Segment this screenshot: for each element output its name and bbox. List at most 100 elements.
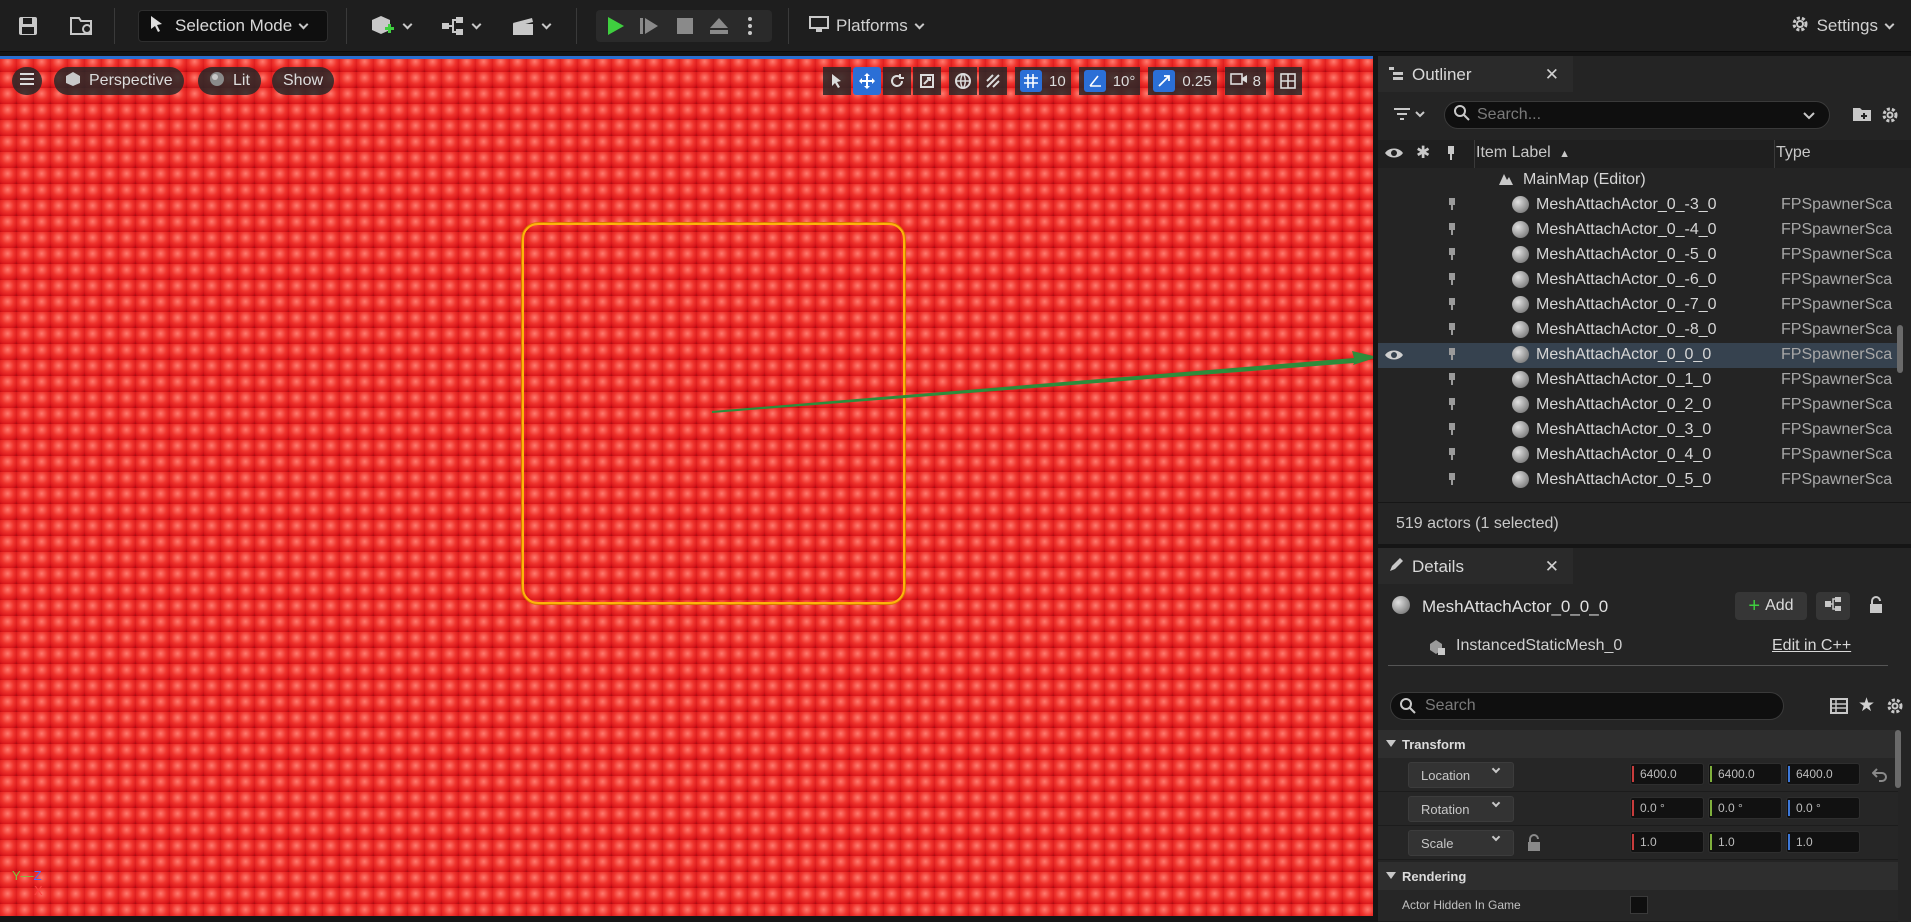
outliner-row[interactable]: MeshAttachActor_0_-4_0 FPSpawnerSca	[1378, 218, 1898, 243]
outliner-row-type: FPSpawnerSca	[1781, 446, 1893, 463]
outliner-row[interactable]: MeshAttachActor_0_1_0 FPSpawnerSca	[1378, 368, 1898, 393]
outliner-row[interactable]: MeshAttachActor_0_3_0 FPSpawnerSca	[1378, 418, 1898, 443]
chevron-down-icon	[914, 19, 925, 29]
pin-icon[interactable]	[1448, 322, 1456, 339]
actor-icon	[1512, 396, 1529, 413]
save-icon[interactable]	[14, 12, 42, 40]
table-view-icon[interactable]	[1830, 697, 1848, 720]
rotation-z-field[interactable]: 0.0 °	[1786, 797, 1860, 819]
outliner-row-type: FPSpawnerSca	[1781, 396, 1893, 413]
chevron-down-icon[interactable]	[1803, 108, 1815, 126]
settings-dropdown[interactable]: Settings	[1789, 10, 1895, 42]
actor-icon	[1392, 596, 1410, 614]
selection-mode-dropdown[interactable]: Selection Mode	[138, 10, 328, 42]
scale-z-field[interactable]: 1.0	[1786, 831, 1860, 853]
outliner-row-label: MeshAttachActor_0_1_0	[1536, 371, 1712, 388]
pin-icon[interactable]	[1448, 222, 1456, 239]
pin-icon[interactable]	[1448, 422, 1456, 439]
location-x-field[interactable]: 6400.0	[1630, 763, 1704, 785]
details-search-input[interactable]: Search	[1390, 692, 1784, 720]
pin-icon[interactable]	[1448, 447, 1456, 464]
stop-icon[interactable]	[674, 15, 696, 42]
cinematics-icon[interactable]	[506, 12, 554, 40]
lock-icon[interactable]	[1868, 596, 1884, 619]
more-options-icon[interactable]	[746, 15, 754, 42]
blueprint-icon[interactable]	[436, 12, 484, 40]
outliner-row[interactable]: MeshAttachActor_0_-8_0 FPSpawnerSca	[1378, 318, 1898, 343]
rendering-section-header[interactable]: Rendering	[1378, 862, 1898, 890]
component-row[interactable]: InstancedStaticMesh_0 Edit in C++	[1388, 628, 1888, 666]
close-icon[interactable]: ✕	[1545, 557, 1559, 577]
outliner-row[interactable]: MeshAttachActor_0_-3_0 FPSpawnerSca	[1378, 193, 1898, 218]
location-label: Location	[1421, 767, 1471, 783]
outliner-row[interactable]: MeshAttachActor_0_-5_0 FPSpawnerSca	[1378, 243, 1898, 268]
sort-ascending-icon: ▲	[1559, 148, 1571, 160]
actor-name[interactable]: MeshAttachActor_0_0_0	[1422, 597, 1608, 617]
rotation-y-field[interactable]: 0.0 °	[1708, 797, 1782, 819]
location-dropdown[interactable]: Location	[1408, 762, 1514, 788]
outliner-row[interactable]: MeshAttachActor_0_-6_0 FPSpawnerSca	[1378, 268, 1898, 293]
search-icon	[1453, 104, 1471, 127]
pin-column-icon[interactable]	[1446, 145, 1456, 166]
platforms-dropdown[interactable]: Platforms	[808, 10, 925, 42]
outliner-scrollbar[interactable]	[1897, 325, 1903, 373]
pin-icon[interactable]	[1448, 297, 1456, 314]
tree-root-row[interactable]: MainMap (Editor)	[1378, 168, 1898, 193]
eject-icon[interactable]	[708, 15, 730, 42]
gear-icon[interactable]	[1880, 105, 1900, 130]
outliner-search-input[interactable]: Search...	[1444, 101, 1830, 129]
gear-icon[interactable]	[1886, 697, 1904, 720]
outliner-row[interactable]: MeshAttachActor_0_5_0 FPSpawnerSca	[1378, 468, 1898, 493]
outliner-tree: MainMap (Editor) MeshAttachActor_0_-3_0 F…	[1378, 168, 1898, 498]
level-viewport[interactable]: Perspective Lit Show 10 10° 0.25 8 Y—Z X	[0, 56, 1373, 916]
pin-icon[interactable]	[1448, 347, 1456, 364]
outliner-row[interactable]: MeshAttachActor_0_-7_0 FPSpawnerSca	[1378, 293, 1898, 318]
rotation-x-field[interactable]: 0.0 °	[1630, 797, 1704, 819]
actor-icon	[1512, 246, 1529, 263]
content-browser-icon[interactable]	[68, 12, 96, 40]
outliner-search-placeholder: Search...	[1477, 106, 1542, 123]
outliner-row-label: MeshAttachActor_0_-8_0	[1536, 321, 1717, 338]
column-type[interactable]: Type	[1776, 144, 1811, 162]
filter-icon[interactable]	[1392, 105, 1426, 130]
pin-icon[interactable]	[1448, 272, 1456, 289]
location-y-field[interactable]: 6400.0	[1708, 763, 1782, 785]
transform-section-header[interactable]: Transform	[1378, 730, 1898, 758]
pin-icon[interactable]	[1448, 197, 1456, 214]
advance-frame-icon[interactable]	[638, 15, 660, 42]
outliner-row[interactable]: MeshAttachActor_0_4_0 FPSpawnerSca	[1378, 443, 1898, 468]
add-actor-icon[interactable]	[366, 12, 414, 40]
toolbar-divider	[788, 8, 789, 44]
visibility-column-icon[interactable]	[1384, 145, 1404, 166]
lock-ratio-icon[interactable]	[1526, 834, 1542, 857]
blueprint-convert-button[interactable]	[1816, 592, 1850, 620]
favorite-column-icon[interactable]: ✱	[1416, 143, 1430, 163]
cursor-icon	[149, 15, 165, 38]
pin-icon[interactable]	[1448, 247, 1456, 264]
details-panel: Details ✕ MeshAttachActor_0_0_0 + Add In…	[1378, 548, 1911, 922]
visibility-eye-icon[interactable]	[1384, 348, 1404, 367]
outliner-row[interactable]: MeshAttachActor_0_0_0 FPSpawnerSca	[1378, 343, 1898, 368]
outliner-row[interactable]: MeshAttachActor_0_2_0 FPSpawnerSca	[1378, 393, 1898, 418]
column-item-label[interactable]: Item Label ▲	[1476, 144, 1570, 162]
rotation-dropdown[interactable]: Rotation	[1408, 796, 1514, 822]
location-z-field[interactable]: 6400.0	[1786, 763, 1860, 785]
pin-icon[interactable]	[1448, 472, 1456, 489]
star-icon[interactable]: ★	[1858, 694, 1875, 717]
play-icon[interactable]	[604, 15, 626, 42]
details-scrollbar[interactable]	[1895, 730, 1901, 788]
scale-y-field[interactable]: 1.0	[1708, 831, 1782, 853]
scale-dropdown[interactable]: Scale	[1408, 830, 1514, 856]
actor-hidden-checkbox[interactable]	[1630, 896, 1648, 914]
add-folder-icon[interactable]	[1852, 105, 1872, 128]
details-tab[interactable]: Details ✕	[1378, 548, 1573, 584]
pin-icon[interactable]	[1448, 397, 1456, 414]
outliner-row-type: FPSpawnerSca	[1781, 296, 1893, 313]
pin-icon[interactable]	[1448, 372, 1456, 389]
add-component-button[interactable]: + Add	[1735, 592, 1807, 620]
outliner-tab[interactable]: Outliner ✕	[1378, 56, 1573, 92]
edit-in-cpp-link[interactable]: Edit in C++	[1772, 637, 1851, 655]
scale-x-field[interactable]: 1.0	[1630, 831, 1704, 853]
close-icon[interactable]: ✕	[1545, 65, 1559, 85]
reset-to-default-icon[interactable]	[1871, 766, 1888, 787]
